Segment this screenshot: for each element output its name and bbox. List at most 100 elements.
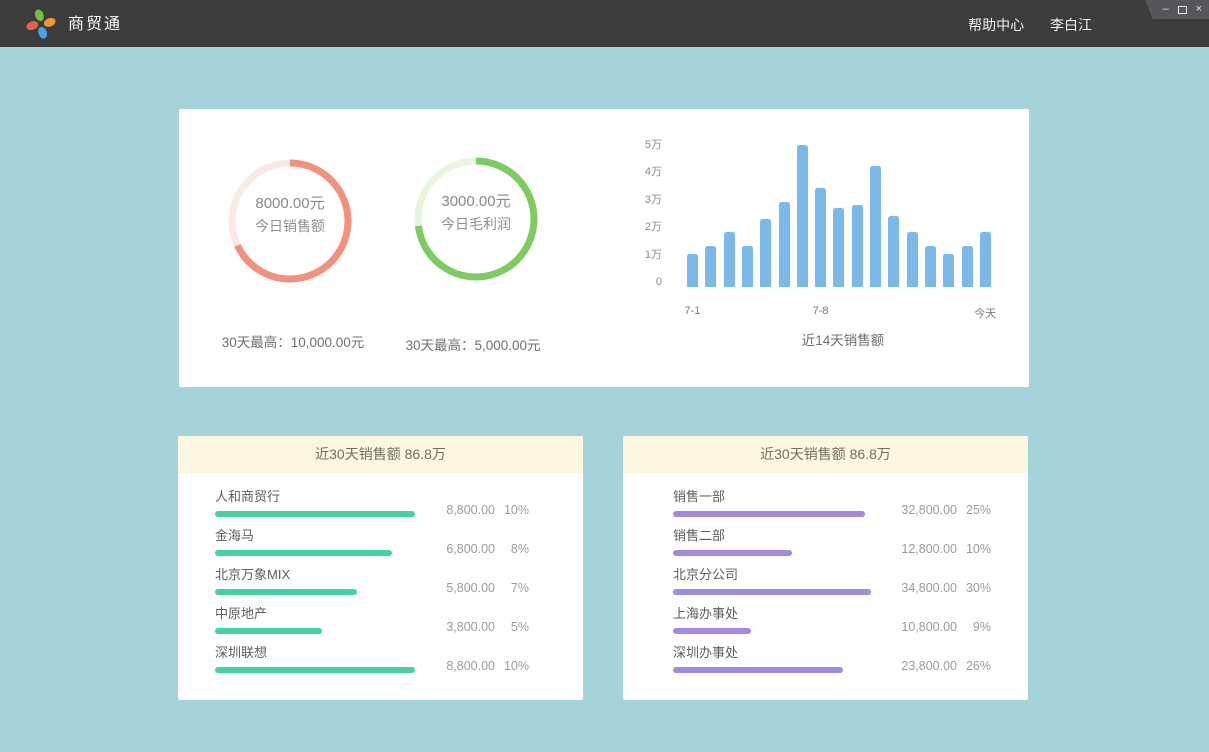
rank-row: 人和商贸行8,800.0010% [215, 489, 529, 517]
titlebar-menu: 帮助中心 李白江 [946, 0, 1092, 47]
rank-row-amount: 6,800.00 [421, 542, 495, 557]
customer-rank-card: 近30天销售额 86.8万 人和商贸行8,800.0010% 金海马6,800.0… [178, 436, 583, 700]
rank-row-percent: 8% [495, 542, 529, 557]
rank-row-amount: 3,800.00 [421, 620, 495, 635]
rank-row-amount: 34,800.00 [883, 581, 957, 596]
y-axis-tick-label: 0 [622, 275, 662, 289]
rank-row-amount: 23,800.00 [883, 659, 957, 674]
rank-row-bar [673, 667, 843, 673]
x-axis-tick-label: 今天 [974, 305, 996, 321]
titlebar: 商贸通 帮助中心 李白江 – × [0, 0, 1209, 47]
sales-bar [687, 254, 698, 287]
rank-row-value: 12,800.0010% [883, 542, 991, 557]
rank-row-bar [215, 589, 357, 595]
sales-bar [962, 246, 973, 287]
rank-row-amount: 8,800.00 [421, 659, 495, 674]
rank-row-percent: 5% [495, 620, 529, 635]
window-controls: – × [1145, 0, 1209, 19]
rank-row-value: 32,800.0025% [883, 503, 991, 518]
today-sales-label: 今日销售额 [225, 216, 355, 236]
rank-row-percent: 30% [957, 581, 991, 596]
rank-row-value: 6,800.008% [421, 542, 529, 557]
sales-chart-title: 近14天销售额 [743, 329, 943, 349]
app-window: 商贸通 帮助中心 李白江 – × 8000.00元 今日销售额 30天最高：10… [0, 0, 1209, 752]
sales-bar [943, 254, 954, 287]
rank-row-percent: 10% [495, 503, 529, 518]
sales-bar [852, 205, 863, 287]
sales-bar [833, 208, 844, 287]
rank-row-value: 8,800.0010% [421, 659, 529, 674]
rank-row: 北京万象MIX5,800.007% [215, 567, 529, 595]
rank-row-percent: 10% [957, 542, 991, 557]
today-profit-donut-chart: 3000.00元 今日毛利润 [411, 154, 541, 284]
rank-row-bar [215, 550, 392, 556]
overview-card: 8000.00元 今日销售额 30天最高：10,000.00元 3000.00元… [179, 109, 1029, 387]
rank-row-value: 23,800.0026% [883, 659, 991, 674]
y-axis-tick-label: 2万 [622, 220, 662, 234]
sales-bar [980, 232, 991, 287]
rank-row: 销售一部32,800.0025% [673, 489, 991, 517]
sales-bar [760, 219, 771, 288]
sales-bar [705, 246, 716, 287]
rank-row-percent: 9% [957, 620, 991, 635]
rank-row-percent: 10% [495, 659, 529, 674]
rank-row-value: 34,800.0030% [883, 581, 991, 596]
sales-bar [724, 232, 735, 287]
customer-rank-title: 近30天销售额 86.8万 [178, 436, 583, 473]
rank-row: 销售二部12,800.0010% [673, 528, 991, 556]
help-center-link[interactable]: 帮助中心 [968, 17, 1024, 33]
user-menu[interactable]: 李白江 [1050, 17, 1092, 33]
rank-row-bar [215, 511, 415, 517]
rank-row-amount: 8,800.00 [421, 503, 495, 518]
y-axis-tick-label: 5万 [622, 138, 662, 152]
rank-row: 金海马6,800.008% [215, 528, 529, 556]
close-icon[interactable]: × [1196, 4, 1202, 15]
customer-rank-rows: 人和商贸行8,800.0010% 金海马6,800.008% 北京万象MIX5,80… [215, 473, 529, 700]
maximize-icon[interactable] [1178, 6, 1187, 14]
rank-row-value: 10,800.009% [883, 620, 991, 635]
sales-bar [742, 246, 753, 287]
app-title: 商贸通 [68, 0, 122, 47]
sales-bar [779, 202, 790, 287]
minimize-icon[interactable]: – [1162, 4, 1168, 15]
department-rank-title: 近30天销售额 86.8万 [623, 436, 1028, 473]
app-logo-pinwheel-icon [25, 8, 57, 40]
rank-row-percent: 25% [957, 503, 991, 518]
rank-row: 深圳办事处23,800.0026% [673, 645, 991, 673]
y-axis-tick-label: 1万 [622, 248, 662, 262]
rank-row: 上海办事处10,800.009% [673, 606, 991, 634]
today-profit-value: 3000.00元 [411, 190, 541, 211]
sales-bar [797, 145, 808, 287]
rank-row-bar [673, 589, 871, 595]
y-axis-tick-label: 4万 [622, 165, 662, 179]
rank-row-bar [673, 628, 751, 634]
rank-row-amount: 10,800.00 [883, 620, 957, 635]
rank-row-amount: 32,800.00 [883, 503, 957, 518]
sales-bar [815, 188, 826, 287]
rank-row-value: 3,800.005% [421, 620, 529, 635]
sales-bar [888, 216, 899, 287]
department-rank-card: 近30天销售额 86.8万 销售一部32,800.0025% 销售二部12,800… [623, 436, 1028, 700]
today-profit-label: 今日毛利润 [411, 214, 541, 234]
today-sales-donut-chart: 8000.00元 今日销售额 [225, 156, 355, 286]
y-axis-tick-label: 3万 [622, 193, 662, 207]
sales-bar-plot [685, 109, 991, 287]
rank-row-bar [673, 511, 865, 517]
rank-row-amount: 5,800.00 [421, 581, 495, 596]
sales-bar [870, 166, 881, 287]
today-sales-value: 8000.00元 [225, 192, 355, 213]
rank-row-value: 5,800.007% [421, 581, 529, 596]
department-rank-rows: 销售一部32,800.0025%销售二部12,800.0010%北京分公司34,… [673, 473, 991, 700]
x-axis-tick-label: 7-1 [685, 305, 701, 317]
x-axis-tick-label: 7-8 [813, 305, 829, 317]
rank-row-bar [673, 550, 792, 556]
rank-row-value: 8,800.0010% [421, 503, 529, 518]
rank-row: 深圳联想8,800.0010% [215, 645, 529, 673]
profit-30day-max: 30天最高：5,000.00元 [343, 334, 603, 354]
sales-bar [925, 246, 936, 287]
rank-row-amount: 12,800.00 [883, 542, 957, 557]
rank-row-bar [215, 667, 415, 673]
rank-row: 中原地产3,800.005% [215, 606, 529, 634]
rank-row-percent: 26% [957, 659, 991, 674]
sales-bar [907, 232, 918, 287]
